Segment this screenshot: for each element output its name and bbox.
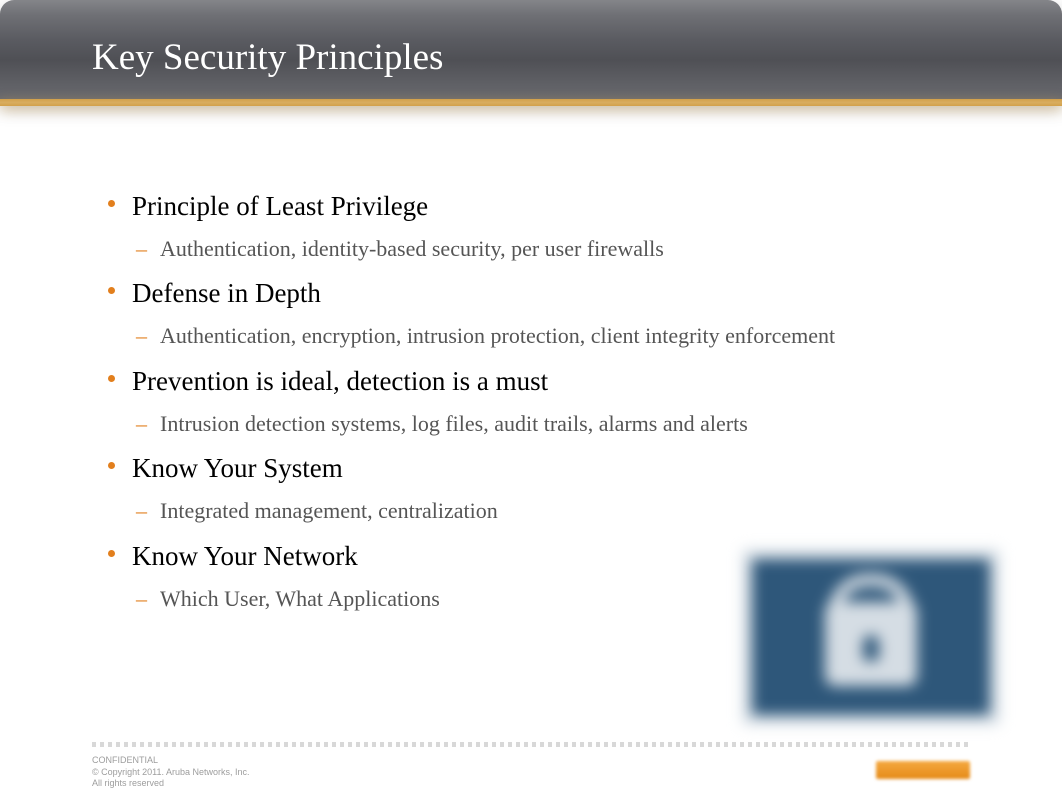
slide-title: Key Security Principles	[92, 36, 443, 79]
list-item: Know Your System Integrated management, …	[108, 452, 1002, 525]
brand-logo	[876, 761, 970, 779]
footer-rights: All rights reserved	[92, 778, 250, 789]
item-title: Defense in Depth	[108, 277, 1002, 311]
footer-divider	[92, 742, 970, 747]
item-sub: Authentication, identity-based security,…	[108, 234, 940, 264]
item-sub: Authentication, encryption, intrusion pr…	[108, 321, 940, 351]
item-sub: Integrated management, centralization	[108, 496, 940, 526]
item-sub: Intrusion detection systems, log files, …	[108, 409, 940, 439]
item-title: Know Your System	[108, 452, 1002, 486]
item-title: Prevention is ideal, detection is a must	[108, 365, 1002, 399]
title-bar: Key Security Principles	[0, 0, 1062, 100]
footer-confidential: CONFIDENTIAL	[92, 755, 250, 766]
title-underline	[0, 99, 1062, 106]
list-item: Defense in Depth Authentication, encrypt…	[108, 277, 1002, 350]
lock-icon	[742, 549, 1000, 725]
footer-text: CONFIDENTIAL © Copyright 2011. Aruba Net…	[92, 755, 250, 789]
footer-copyright: © Copyright 2011. Aruba Networks, Inc.	[92, 767, 250, 778]
item-title: Principle of Least Privilege	[108, 190, 1002, 224]
slide: Key Security Principles Principle of Lea…	[0, 0, 1062, 797]
list-item: Principle of Least Privilege Authenticat…	[108, 190, 1002, 263]
list-item: Prevention is ideal, detection is a must…	[108, 365, 1002, 438]
